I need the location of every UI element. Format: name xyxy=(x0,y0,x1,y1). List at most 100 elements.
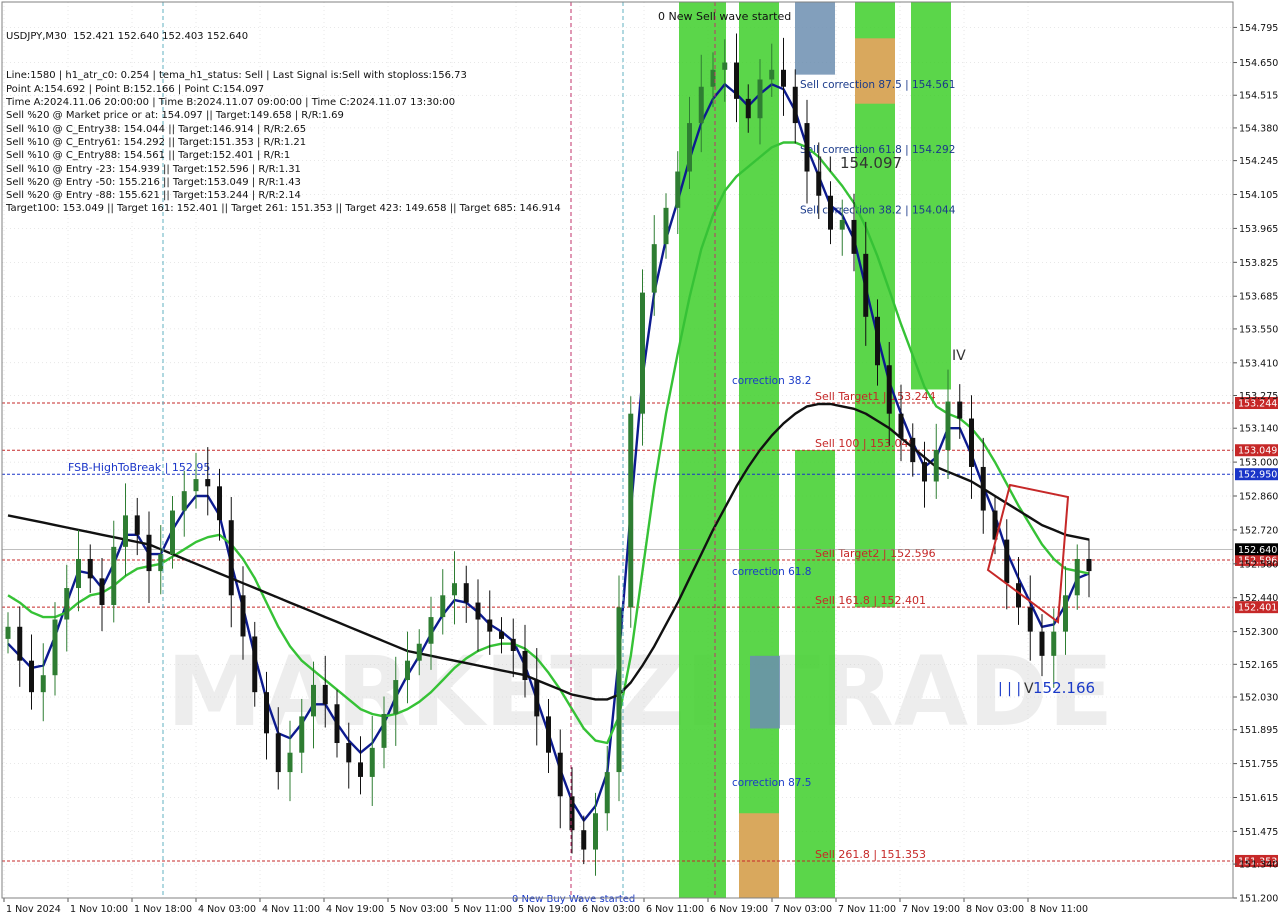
x-tick-label: 5 Nov 03:00 xyxy=(390,904,448,915)
y-tick-label: 154.105 xyxy=(1239,190,1278,201)
candle-body xyxy=(393,680,399,714)
candle-body xyxy=(87,558,93,579)
candle-body xyxy=(181,491,187,511)
candle-body xyxy=(299,716,305,753)
info-line: Target100: 153.049 || Target 161: 152.40… xyxy=(6,203,561,215)
candle-body xyxy=(546,716,551,753)
candle-body xyxy=(1004,539,1010,584)
candle-body xyxy=(1016,583,1021,608)
sell-wave-label: 0 New Sell wave started xyxy=(658,10,791,23)
y-tick-label: 154.650 xyxy=(1239,58,1278,69)
candle-body xyxy=(322,684,328,705)
level-label: Sell 100 | 153.049 xyxy=(815,437,916,450)
candle-body xyxy=(369,747,375,777)
info-line: Sell %20 @ Entry -88: 155.621 || Target:… xyxy=(6,190,301,202)
candle-body xyxy=(875,316,880,366)
candle-body xyxy=(828,195,833,230)
candle-body xyxy=(111,546,117,605)
candle-body xyxy=(134,515,140,535)
candle-body xyxy=(522,650,528,681)
candle-body xyxy=(510,638,516,651)
candle-body xyxy=(17,626,23,661)
candle-body xyxy=(40,675,46,693)
zone-label: Sell correction 87.5 | 154.561 xyxy=(800,79,955,91)
wave-iv-label: IV xyxy=(952,348,966,364)
y-tick-label: 154.795 xyxy=(1239,23,1278,34)
y-tick-label: 153.410 xyxy=(1239,358,1278,369)
candle-body xyxy=(1086,558,1092,572)
level-label: Sell Target1 | 153.244 xyxy=(815,390,936,403)
y-tick-label: 151.615 xyxy=(1239,793,1278,804)
info-line: Time A:2024.11.06 20:00:00 | Time B:2024… xyxy=(6,97,456,109)
candle-body xyxy=(557,752,563,797)
point-c-label: 154.097 xyxy=(840,154,902,172)
candle-body xyxy=(311,684,316,717)
zone-label: Sell correction 38.2 | 154.044 xyxy=(800,204,956,216)
level-label: Sell 261.8 | 151.353 xyxy=(815,848,926,861)
candle-body xyxy=(334,704,340,744)
candle-body xyxy=(781,69,786,87)
candle-body xyxy=(675,171,681,208)
candle-body xyxy=(440,595,446,618)
point-b-marks: | | | xyxy=(998,681,1021,697)
candle-body xyxy=(1027,607,1033,632)
candle-body xyxy=(475,602,481,620)
y-tick-label: 151.340 xyxy=(1239,860,1278,871)
correction-zone xyxy=(795,450,835,898)
x-tick-label: 6 Nov 11:00 xyxy=(646,904,704,915)
candle-body xyxy=(146,534,152,572)
candle-body xyxy=(969,418,974,467)
correction-zone xyxy=(739,813,779,898)
y-tick-label: 151.200 xyxy=(1239,894,1278,905)
candle-body xyxy=(816,171,822,196)
candle-body xyxy=(616,607,622,773)
candle-body xyxy=(839,219,845,230)
candle-body xyxy=(698,86,704,124)
info-panel: USDJPY,M30 152.421 152.640 152.403 152.6… xyxy=(6,3,561,215)
candle-body xyxy=(487,619,493,632)
y-tick-label: 152.030 xyxy=(1239,693,1278,704)
wave-v-label: V xyxy=(1024,681,1034,697)
y-tick-label: 152.165 xyxy=(1239,660,1278,671)
point-c-marks: | | xyxy=(818,154,833,172)
x-tick-label: 1 Nov 10:00 xyxy=(70,904,128,915)
y-tick-label: 154.245 xyxy=(1239,156,1278,167)
x-tick-label: 8 Nov 03:00 xyxy=(966,904,1024,915)
info-line: Sell %20 @ Market price or at: 154.097 |… xyxy=(6,110,344,122)
y-tick-label: 151.475 xyxy=(1239,827,1278,838)
zone-label: correction 61.8 xyxy=(732,566,811,578)
info-line: Sell %10 @ Entry -23: 154.939 || Target:… xyxy=(6,163,301,175)
candle-body xyxy=(745,98,751,119)
x-tick-label: 7 Nov 19:00 xyxy=(902,904,960,915)
candle-body xyxy=(428,617,434,644)
level-tag: 152.950 xyxy=(1238,470,1277,481)
candle-body xyxy=(452,583,457,596)
x-tick-label: 1 Nov 18:00 xyxy=(134,904,192,915)
candle-body xyxy=(957,401,963,419)
info-line: Sell %20 @ Entry -50: 155.216 || Target:… xyxy=(6,176,301,188)
candle-body xyxy=(99,578,105,605)
candle-body xyxy=(217,486,222,521)
candle-body xyxy=(804,123,810,172)
candle-body xyxy=(898,413,904,438)
candle-body xyxy=(604,772,610,814)
candle-body xyxy=(346,743,352,763)
candle-body xyxy=(416,643,422,661)
candle-body xyxy=(228,520,234,596)
y-tick-label: 152.720 xyxy=(1239,525,1278,536)
candle-body xyxy=(1074,558,1080,596)
candle-body xyxy=(1063,595,1068,632)
candle-body xyxy=(933,450,939,482)
y-tick-label: 152.300 xyxy=(1239,627,1278,638)
candle-body xyxy=(123,515,128,547)
candle-body xyxy=(581,830,587,850)
level-label: Sell 161.8 | 152.401 xyxy=(815,594,926,607)
candle-body xyxy=(722,62,728,70)
y-tick-label: 152.440 xyxy=(1239,593,1278,604)
y-tick-label: 152.580 xyxy=(1239,559,1278,570)
candle-body xyxy=(687,123,692,172)
x-tick-label: 1 Nov 2024 xyxy=(6,904,61,915)
candle-body xyxy=(593,813,598,850)
candle-body xyxy=(863,253,869,317)
zone-label: correction 38.2 xyxy=(732,375,811,387)
